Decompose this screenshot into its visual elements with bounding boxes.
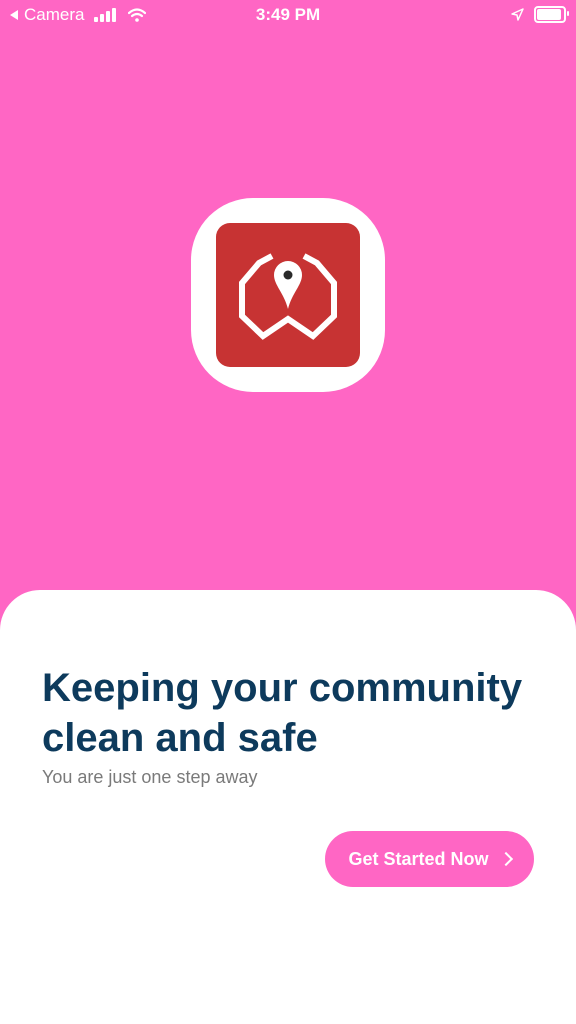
get-started-button[interactable]: Get Started Now (325, 831, 534, 887)
get-started-label: Get Started Now (348, 848, 489, 869)
status-right (511, 6, 569, 23)
welcome-sheet: Keeping your community clean and safe Yo… (0, 590, 576, 1024)
status-bar: Camera 3:49 PM (0, 0, 576, 30)
battery-icon (534, 6, 569, 23)
hexagon-location-pin-logo (239, 253, 337, 340)
subtitle: You are just one step away (42, 767, 258, 787)
app-logo (191, 198, 385, 392)
status-time: 3:49 PM (255, 5, 321, 24)
location-arrow-icon (511, 8, 524, 21)
headline: Keeping your community clean and safe (42, 666, 523, 760)
chevron-right-icon (498, 851, 513, 867)
logo-tile (216, 223, 360, 367)
